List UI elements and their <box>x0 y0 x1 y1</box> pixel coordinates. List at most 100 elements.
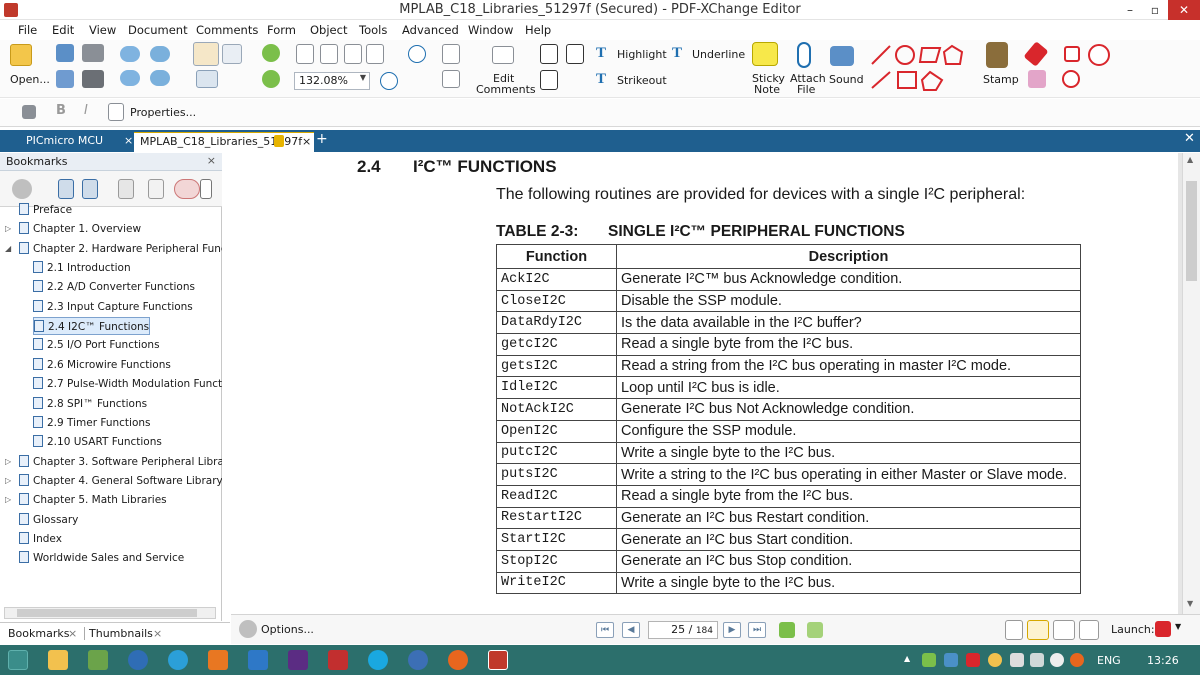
two-page-icon[interactable] <box>1053 620 1075 640</box>
pdf-xchange-icon[interactable] <box>488 650 508 670</box>
menu-document[interactable]: Document <box>128 23 188 37</box>
forward-icon[interactable] <box>150 70 170 86</box>
text-tool-icon[interactable] <box>442 44 460 64</box>
bookmark-item[interactable]: 2.10 USART Functions <box>33 433 162 451</box>
textbox-icon[interactable] <box>540 44 558 64</box>
stamp-label[interactable]: Stamp <box>983 73 1019 86</box>
bookmark-properties-icon[interactable] <box>148 179 164 199</box>
new-tab-icon[interactable]: + <box>316 131 328 147</box>
scrollbar-thumb[interactable] <box>17 609 197 617</box>
pdf-launch-icon[interactable] <box>1155 621 1171 637</box>
menu-file[interactable]: File <box>18 23 37 37</box>
italic-button[interactable]: I <box>84 103 88 118</box>
cloud-icon[interactable] <box>1062 70 1080 88</box>
save-as-icon[interactable] <box>56 70 74 88</box>
collapse-icon[interactable]: ◢ <box>5 240 11 258</box>
delete-bookmark-icon[interactable] <box>174 179 200 199</box>
tray-expand-icon[interactable]: ▲ <box>904 654 910 663</box>
bookmark-item[interactable]: Worldwide Sales and Service <box>19 549 184 567</box>
tab-picmicro-mcu[interactable]: PICmicro MCU × <box>20 132 133 152</box>
polygon-icon[interactable] <box>1088 44 1110 66</box>
zoom-out-icon[interactable] <box>408 45 426 63</box>
options-button[interactable]: Options... <box>261 623 314 636</box>
bookmark-item[interactable]: 2.8 SPI™ Functions <box>33 395 147 413</box>
app-icon[interactable] <box>248 650 268 670</box>
open-button-label[interactable]: Open... <box>10 73 50 86</box>
zoom-level-select[interactable]: 132.08% ▼ <box>294 72 370 90</box>
single-page-icon[interactable] <box>1005 620 1023 640</box>
forward-view-icon[interactable] <box>807 622 823 638</box>
sticky-note-label-2[interactable]: Note <box>754 83 780 96</box>
vertical-scrollbar[interactable]: ▲ ▼ <box>1182 153 1200 614</box>
scroll-up-icon[interactable]: ▲ <box>1187 155 1193 164</box>
menu-help[interactable]: Help <box>525 23 551 37</box>
menu-form[interactable]: Form <box>267 23 296 37</box>
tab-mplab-c18-libraries[interactable]: MPLAB_C18_Libraries_51297f × <box>134 132 314 152</box>
bookmark-item[interactable]: 2.2 A/D Converter Functions <box>33 278 195 296</box>
snapshot-icon[interactable] <box>196 70 218 88</box>
eraser-icon[interactable] <box>1028 70 1046 88</box>
fit-width-icon[interactable] <box>344 44 362 64</box>
app-icon[interactable] <box>408 650 428 670</box>
browser-icon[interactable] <box>128 650 148 670</box>
volume-icon[interactable] <box>1050 653 1064 667</box>
measure-icon[interactable] <box>1064 46 1080 62</box>
highlight-text-icon[interactable]: T <box>596 45 606 62</box>
open-folder-icon[interactable] <box>10 44 32 66</box>
menu-advanced[interactable]: Advanced <box>402 23 459 37</box>
close-icon[interactable]: ✕ <box>1184 131 1195 146</box>
bookmark-item[interactable]: Glossary <box>19 511 78 529</box>
redo-icon[interactable] <box>150 46 170 62</box>
next-page-icon[interactable]: ▶ <box>723 622 741 638</box>
first-page-icon[interactable]: ⏮ <box>596 622 614 638</box>
menu-view[interactable]: View <box>89 23 116 37</box>
tray-app-icon[interactable] <box>1070 653 1084 667</box>
stamp-icon[interactable] <box>986 42 1008 68</box>
edit-comments-label-2[interactable]: Comments <box>476 83 536 96</box>
add-bookmark-icon[interactable] <box>58 179 74 199</box>
add-child-bookmark-icon[interactable] <box>82 179 98 199</box>
underline-text-icon[interactable]: T <box>672 45 682 62</box>
typewriter-icon[interactable] <box>442 70 460 88</box>
expand-icon[interactable]: ▷ <box>5 453 11 471</box>
underline-label[interactable]: Underline <box>692 48 745 61</box>
undo-icon[interactable] <box>120 46 140 62</box>
properties-icon[interactable] <box>108 103 124 121</box>
strikeout-text-icon[interactable]: T <box>596 71 606 88</box>
save-icon[interactable] <box>56 44 74 62</box>
gear-icon[interactable] <box>239 620 257 638</box>
expand-collapse-icon[interactable] <box>200 179 212 199</box>
last-page-icon[interactable]: ⏭ <box>748 622 766 638</box>
close-icon[interactable]: × <box>124 132 133 150</box>
expand-icon[interactable]: ▷ <box>5 472 11 490</box>
app-icon[interactable] <box>208 650 228 670</box>
bookmark-item[interactable]: 2.4 I2C™ Functions <box>33 317 151 336</box>
menu-comments[interactable]: Comments <box>196 23 258 37</box>
tray-app-icon[interactable] <box>922 653 936 667</box>
app-icon[interactable] <box>288 650 308 670</box>
scan-icon[interactable] <box>82 70 104 88</box>
menu-edit[interactable]: Edit <box>52 23 74 37</box>
bold-button[interactable]: B <box>56 103 66 118</box>
actual-size-icon[interactable] <box>296 44 314 64</box>
network-icon[interactable] <box>1030 653 1044 667</box>
app-icon[interactable] <box>328 650 348 670</box>
bookmark-item[interactable]: 2.5 I/O Port Functions <box>33 336 160 354</box>
sticky-note-icon[interactable] <box>752 42 778 66</box>
area-highlight-icon[interactable] <box>566 44 584 64</box>
two-page-continuous-icon[interactable] <box>1079 620 1099 640</box>
file-explorer-icon[interactable] <box>48 650 68 670</box>
clock[interactable]: 13:26 <box>1147 654 1179 667</box>
bookmark-item[interactable]: Preface <box>19 201 72 219</box>
rotate-clockwise-icon[interactable] <box>262 44 280 62</box>
pencil-icon[interactable] <box>1023 41 1049 67</box>
bookmark-item[interactable]: 2.7 Pulse-Width Modulation Functio <box>33 375 222 393</box>
tab-thumbnails[interactable]: Thumbnails <box>84 627 153 640</box>
edit-comments-icon[interactable] <box>492 46 514 64</box>
sound-label[interactable]: Sound <box>829 73 864 86</box>
attach-file-label-2[interactable]: File <box>797 83 815 96</box>
app-icon[interactable] <box>88 650 108 670</box>
drawing-tools-icon[interactable] <box>870 44 974 94</box>
scrollbar-thumb[interactable] <box>1186 181 1197 281</box>
firefox-icon[interactable] <box>448 650 468 670</box>
